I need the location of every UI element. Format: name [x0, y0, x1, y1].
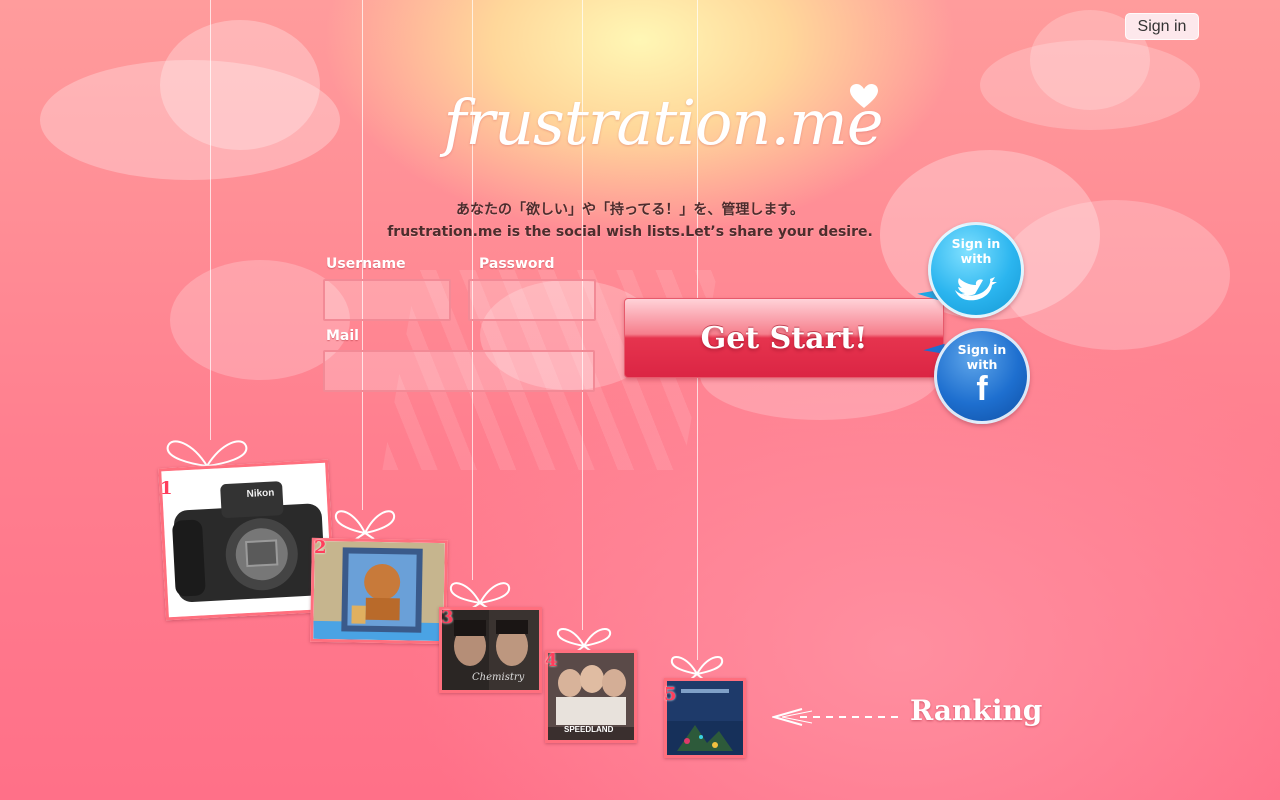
ranking-item-4[interactable]: SPEEDLAND [545, 650, 637, 743]
cloud-decoration [1000, 200, 1230, 350]
camera-brand-text: Nikon [246, 487, 275, 500]
mail-label: Mail [326, 328, 359, 344]
figure-thumbnail [313, 540, 445, 642]
ribbon-bow-icon [556, 628, 612, 652]
ranking-item-1[interactable]: Nikon [158, 459, 336, 621]
facebook-signin-label: Sign in with [957, 342, 1007, 372]
rank-number: 3 [441, 607, 454, 628]
twitter-signin-button[interactable]: Sign in with [917, 222, 1024, 318]
ribbon-bow-icon [670, 656, 724, 680]
album-title-text: Chemistry [472, 672, 525, 683]
username-label: Username [326, 256, 406, 272]
password-label: Password [479, 256, 555, 272]
ribbon-bow-icon [334, 510, 396, 539]
cloud-decoration [160, 20, 320, 150]
logo-text: frustration.me [443, 85, 883, 159]
ribbon-bow-icon [449, 582, 511, 609]
rank-number: 5 [664, 684, 677, 705]
facebook-f-icon: f [976, 370, 988, 408]
tagline-english: frustration.me is the social wish lists.… [387, 224, 873, 240]
twitter-bird-icon [928, 270, 1024, 306]
mail-input[interactable] [323, 350, 595, 392]
landing-page: Sign in frustration.me あなたの「欲しい」や「持ってる！」… [0, 0, 1280, 800]
tagline-japanese: あなたの「欲しい」や「持ってる！」を、管理します。 [456, 202, 804, 218]
rank-number: 2 [314, 537, 327, 558]
rank-number: 1 [160, 478, 173, 499]
rank-number: 4 [545, 650, 558, 671]
hanging-string [210, 0, 211, 440]
arrow-left-icon [772, 708, 898, 726]
sign-in-button[interactable]: Sign in [1125, 13, 1199, 40]
username-input[interactable] [323, 279, 451, 321]
heart-icon [850, 84, 878, 108]
get-start-button[interactable]: Get Start! [624, 298, 944, 378]
hanging-string [362, 0, 363, 510]
facebook-signin-button[interactable]: Sign in with f [923, 328, 1030, 424]
album-thumbnail [667, 681, 743, 755]
password-input[interactable] [468, 279, 596, 321]
album-title-text: SPEEDLAND [564, 725, 614, 734]
ranking-label[interactable]: Ranking [910, 694, 1042, 727]
ranking-item-2[interactable] [310, 537, 448, 645]
camera-thumbnail [161, 462, 333, 618]
twitter-signin-label: Sign in with [951, 236, 1001, 266]
logo: frustration.me [443, 72, 884, 172]
ranking-item-3[interactable]: Chemistry [439, 607, 542, 693]
